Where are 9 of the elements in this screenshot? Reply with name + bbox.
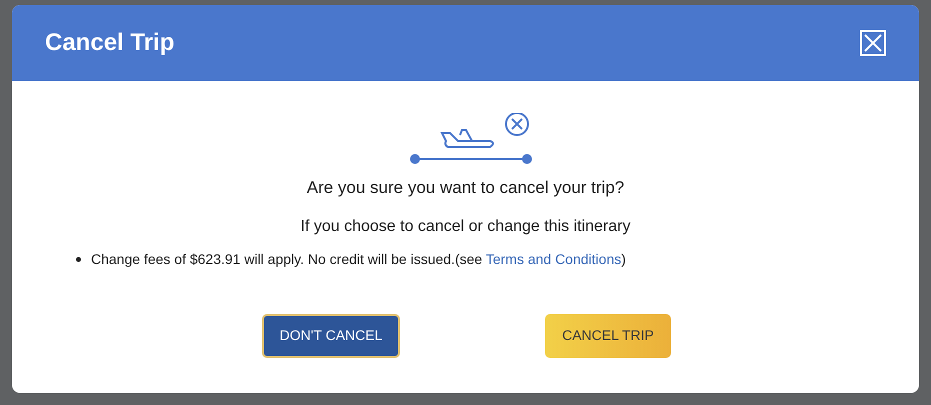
dialog-title: Cancel Trip: [45, 28, 174, 58]
terms-link[interactable]: Terms and Conditions: [486, 250, 622, 266]
fee-notice: Change fees of $623.91 will apply. No credit will be issued.(see Terms and Conditions): [91, 250, 626, 269]
cancel-trip-button[interactable]: CANCEL TRIP: [545, 314, 671, 358]
itinerary-subtitle: If you choose to cancel or change this itinerary: [300, 216, 630, 236]
close-button[interactable]: [860, 30, 886, 56]
cancelled-flight-icon: [410, 113, 532, 165]
dont-cancel-button[interactable]: DON'T CANCEL: [262, 314, 400, 358]
confirm-question: Are you sure you want to cancel your trip?: [306, 177, 624, 199]
